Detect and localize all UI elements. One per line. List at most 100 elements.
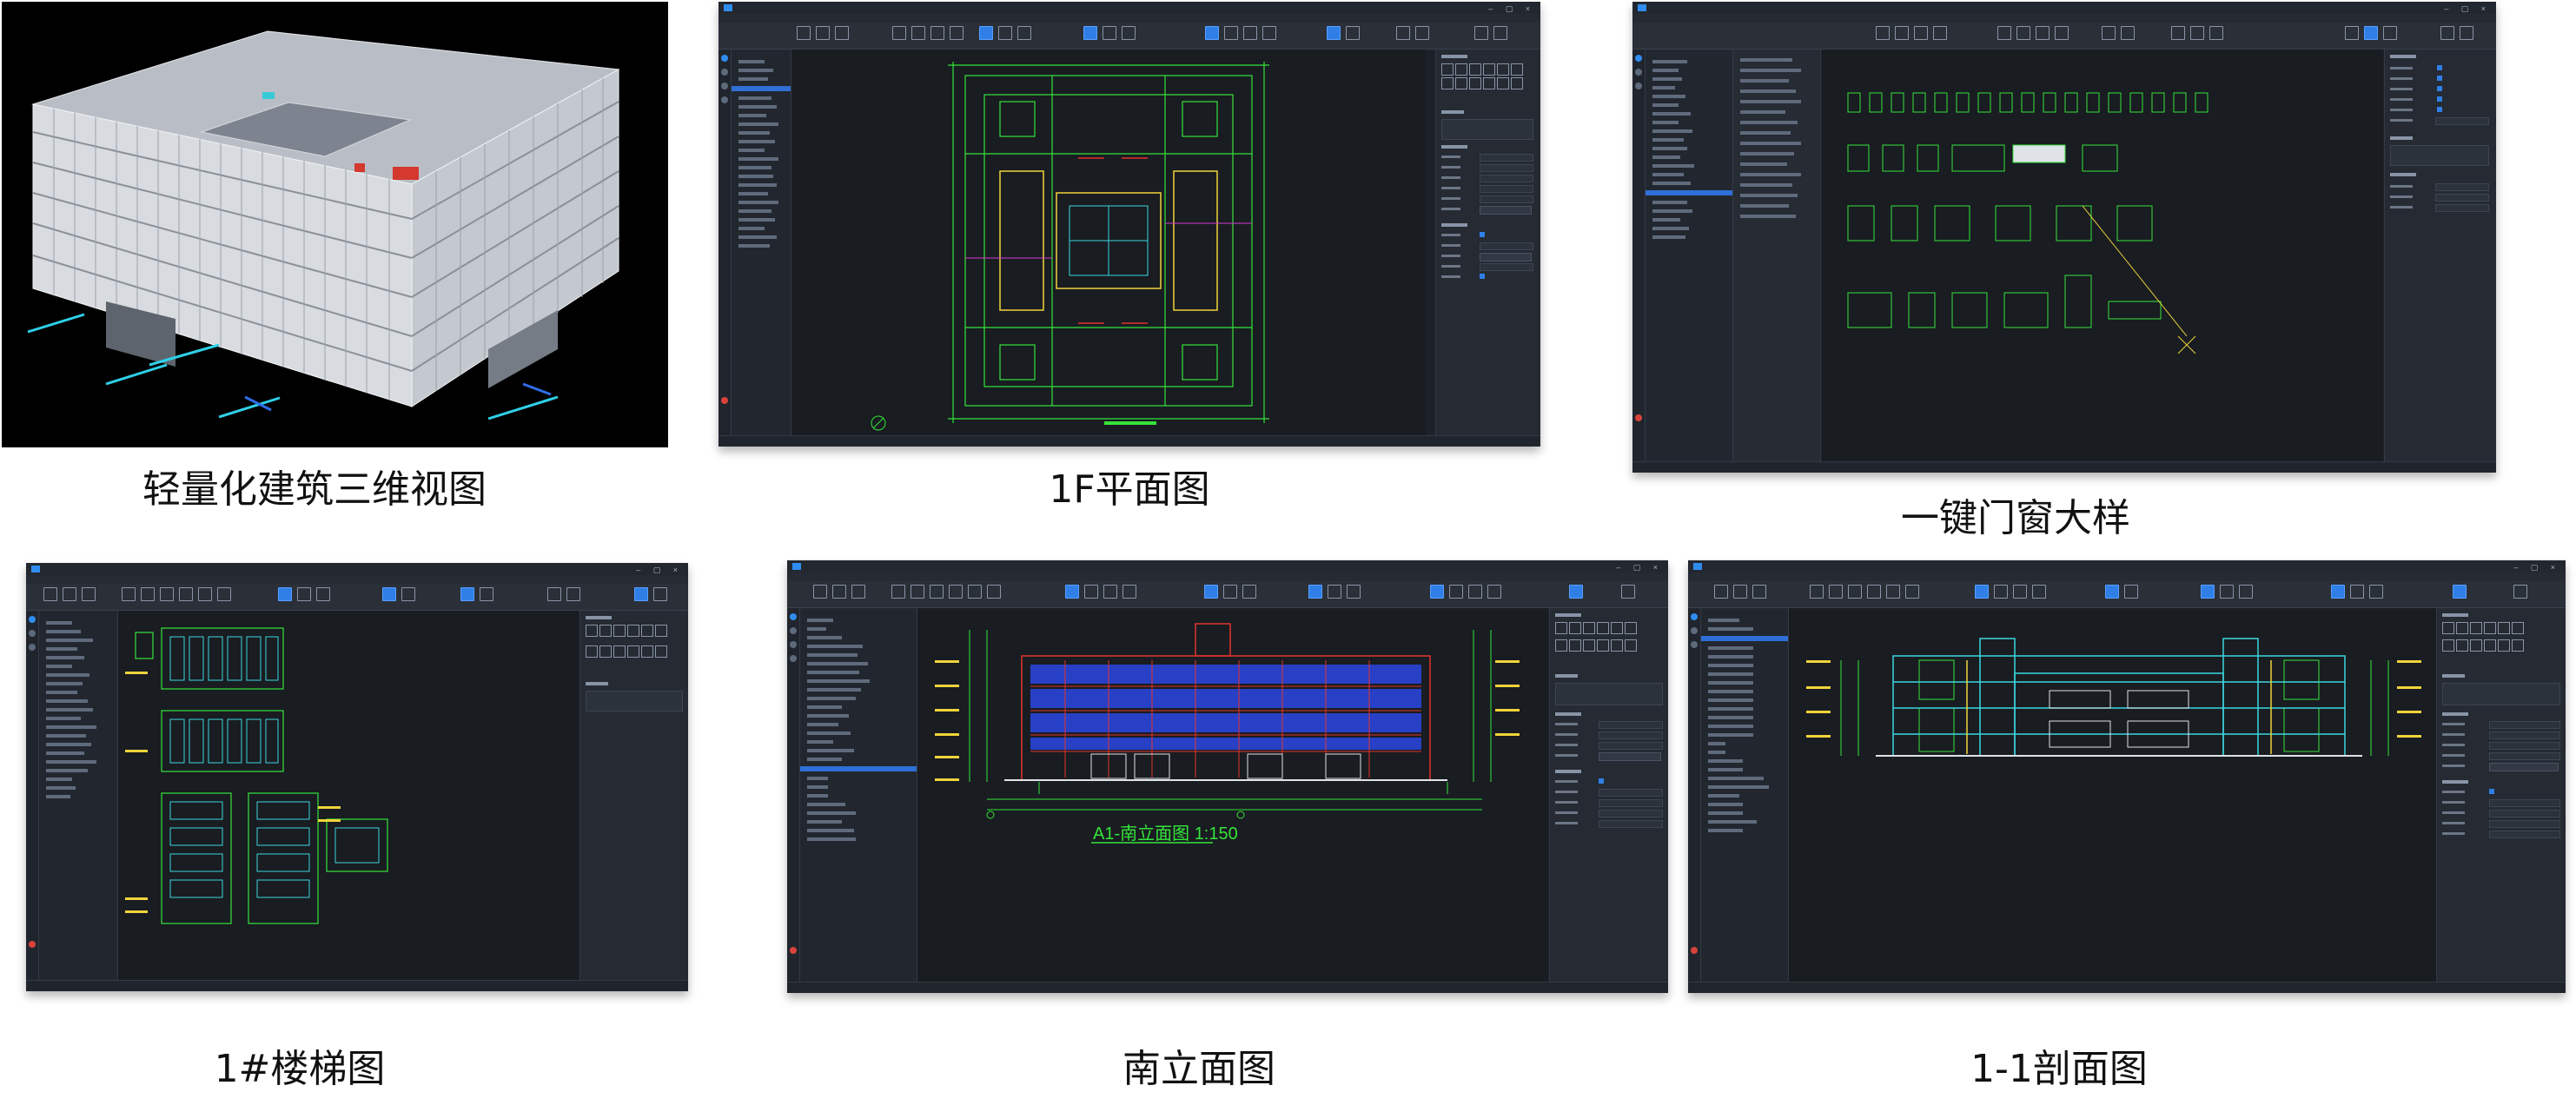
ribbon-button[interactable] bbox=[2013, 585, 2027, 599]
ribbon-button[interactable] bbox=[911, 26, 925, 40]
ribbon-button[interactable] bbox=[930, 585, 944, 599]
ribbon-button[interactable] bbox=[82, 587, 96, 601]
ribbon-button[interactable] bbox=[1886, 585, 1900, 599]
ribbon-button[interactable] bbox=[2440, 26, 2454, 40]
ribbon-button[interactable] bbox=[930, 26, 944, 40]
ribbon-button[interactable] bbox=[2453, 585, 2467, 599]
ribbon-button[interactable] bbox=[278, 587, 292, 601]
ribbon-button[interactable] bbox=[1103, 26, 1116, 40]
ribbon-button[interactable] bbox=[2102, 26, 2116, 40]
ribbon-button[interactable] bbox=[179, 587, 193, 601]
ribbon-button[interactable] bbox=[1933, 26, 1947, 40]
ribbon-button[interactable] bbox=[1122, 26, 1136, 40]
ribbon-button[interactable] bbox=[1487, 585, 1501, 599]
ribbon-button[interactable] bbox=[835, 26, 849, 40]
ribbon-button[interactable] bbox=[2220, 585, 2234, 599]
ribbon-button[interactable] bbox=[1876, 26, 1890, 40]
window-controls-icon[interactable]: – ▢ × bbox=[2444, 4, 2491, 14]
ribbon-button[interactable] bbox=[160, 587, 174, 601]
ribbon-button[interactable] bbox=[480, 587, 493, 601]
ribbon-button[interactable] bbox=[2239, 585, 2253, 599]
ribbon-button[interactable] bbox=[2016, 26, 2030, 40]
ribbon-button[interactable] bbox=[1714, 585, 1728, 599]
ribbon-button[interactable] bbox=[1621, 585, 1635, 599]
ribbon-button[interactable] bbox=[653, 587, 667, 601]
ribbon-button[interactable] bbox=[1752, 585, 1766, 599]
ribbon-button[interactable] bbox=[316, 587, 330, 601]
ribbon-button[interactable] bbox=[1347, 585, 1361, 599]
ribbon-button[interactable] bbox=[1810, 585, 1824, 599]
ribbon-button[interactable] bbox=[949, 585, 963, 599]
ribbon-button[interactable] bbox=[634, 587, 648, 601]
ribbon-button[interactable] bbox=[2055, 26, 2069, 40]
ribbon-button[interactable] bbox=[851, 585, 865, 599]
ribbon-button[interactable] bbox=[1205, 26, 1219, 40]
ribbon-button[interactable] bbox=[998, 26, 1012, 40]
tree-item-selected[interactable] bbox=[800, 766, 917, 771]
ribbon-button[interactable] bbox=[1493, 26, 1507, 40]
window-controls-icon[interactable]: – ▢ × bbox=[1488, 4, 1535, 14]
tree-item-selected[interactable] bbox=[1701, 636, 1788, 641]
ribbon-button[interactable] bbox=[1396, 26, 1410, 40]
ribbon-button[interactable] bbox=[816, 26, 830, 40]
ribbon-button[interactable] bbox=[566, 587, 580, 601]
ribbon-button[interactable] bbox=[1415, 26, 1429, 40]
ribbon-button[interactable] bbox=[198, 587, 212, 601]
ribbon-button[interactable] bbox=[2460, 26, 2473, 40]
ribbon-button[interactable] bbox=[141, 587, 155, 601]
tree-item-selected[interactable] bbox=[732, 86, 791, 91]
ribbon-button[interactable] bbox=[297, 587, 311, 601]
ribbon-button[interactable] bbox=[987, 585, 1001, 599]
ribbon-button[interactable] bbox=[1994, 585, 2008, 599]
ribbon-button[interactable] bbox=[2171, 26, 2185, 40]
ribbon-button[interactable] bbox=[1569, 585, 1583, 599]
ribbon-button[interactable] bbox=[979, 26, 993, 40]
ribbon-button[interactable] bbox=[1308, 585, 1322, 599]
ribbon-button[interactable] bbox=[1997, 26, 2011, 40]
ribbon-button[interactable] bbox=[1262, 26, 1276, 40]
window-controls-icon[interactable]: – ▢ × bbox=[2513, 563, 2560, 573]
ribbon-button[interactable] bbox=[1733, 585, 1747, 599]
ribbon-button[interactable] bbox=[1223, 585, 1237, 599]
ribbon-button[interactable] bbox=[1122, 585, 1136, 599]
ribbon-button[interactable] bbox=[1084, 585, 1098, 599]
ribbon-button[interactable] bbox=[1895, 26, 1909, 40]
ribbon-button[interactable] bbox=[1914, 26, 1928, 40]
window-controls-icon[interactable]: – ▢ × bbox=[1616, 563, 1663, 573]
ribbon-button[interactable] bbox=[1065, 585, 1079, 599]
drawing-canvas[interactable]: A1-南立面图 1:150 bbox=[917, 608, 1548, 983]
ribbon-button[interactable] bbox=[1103, 585, 1117, 599]
ribbon-button[interactable] bbox=[2331, 585, 2345, 599]
drawing-canvas[interactable] bbox=[118, 611, 579, 981]
ribbon-button[interactable] bbox=[1975, 585, 1989, 599]
ribbon-button[interactable] bbox=[950, 26, 964, 40]
ribbon-button[interactable] bbox=[832, 585, 846, 599]
ribbon-button[interactable] bbox=[2124, 585, 2138, 599]
ribbon-button[interactable] bbox=[2036, 26, 2050, 40]
ribbon-button[interactable] bbox=[1242, 585, 1256, 599]
ribbon-button[interactable] bbox=[2383, 26, 2397, 40]
ribbon-button[interactable] bbox=[1430, 585, 1444, 599]
ribbon-button[interactable] bbox=[1474, 26, 1488, 40]
drawing-canvas[interactable] bbox=[1822, 50, 2383, 462]
ribbon-button[interactable] bbox=[797, 26, 811, 40]
ribbon-button[interactable] bbox=[1829, 585, 1843, 599]
ribbon-button[interactable] bbox=[1224, 26, 1238, 40]
ribbon-button[interactable] bbox=[2364, 26, 2378, 40]
ribbon-button[interactable] bbox=[2350, 585, 2364, 599]
ribbon-button[interactable] bbox=[892, 26, 906, 40]
ribbon-button[interactable] bbox=[2190, 26, 2204, 40]
ribbon-button[interactable] bbox=[1468, 585, 1482, 599]
ribbon-button[interactable] bbox=[1848, 585, 1862, 599]
ribbon-button[interactable] bbox=[2032, 585, 2046, 599]
ribbon-button[interactable] bbox=[547, 587, 561, 601]
ribbon-button[interactable] bbox=[968, 585, 982, 599]
ribbon-button[interactable] bbox=[122, 587, 136, 601]
ribbon-button[interactable] bbox=[1243, 26, 1257, 40]
ribbon-button[interactable] bbox=[460, 587, 474, 601]
ribbon-button[interactable] bbox=[217, 587, 231, 601]
ribbon-button[interactable] bbox=[2209, 26, 2223, 40]
ribbon-button[interactable] bbox=[401, 587, 415, 601]
ribbon-button[interactable] bbox=[1017, 26, 1031, 40]
ribbon-button[interactable] bbox=[1346, 26, 1360, 40]
